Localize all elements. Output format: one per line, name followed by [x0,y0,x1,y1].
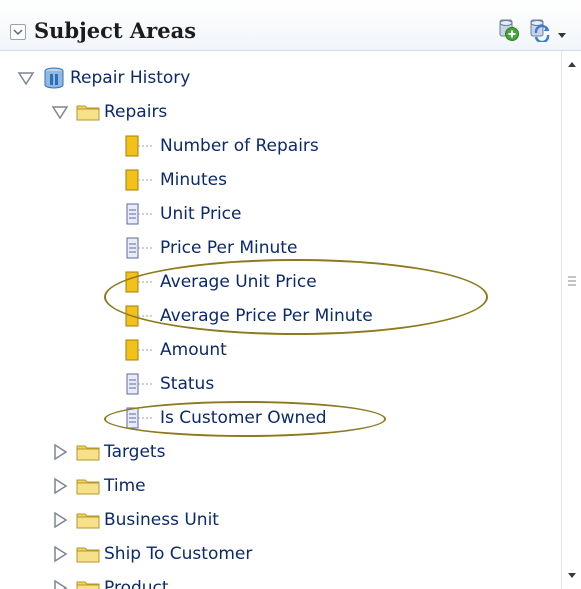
collapsed-triangle-icon[interactable] [50,510,70,530]
tree-column-unit-price[interactable]: Unit Price [124,199,241,229]
measure-column-icon [124,338,158,362]
refresh-icon[interactable] [527,18,551,46]
tree-column-minutes[interactable]: Minutes [124,165,227,195]
scroll-down-arrow-icon[interactable] [566,571,578,581]
dropdown-arrow-icon[interactable] [556,26,568,45]
tree-node-label: Average Price Per Minute [160,306,373,326]
tree-node-label: Is Customer Owned [160,408,327,428]
collapsed-triangle-icon[interactable] [50,476,70,496]
folder-icon [76,509,100,531]
tree-node-repair-history[interactable]: Repair History [16,63,190,93]
collapsed-triangle-icon[interactable] [50,544,70,564]
tree-node-targets[interactable]: Targets [50,437,165,467]
attribute-column-icon [124,202,158,226]
subject-areas-header: Subject Areas [0,0,581,51]
measure-column-icon [124,270,158,294]
measure-column-icon [124,168,158,192]
scroll-up-arrow-icon[interactable] [566,59,578,69]
tree-node-label: Minutes [160,170,227,190]
tree-node-label: Unit Price [160,204,242,224]
tree-node-time[interactable]: Time [50,471,146,501]
measure-column-icon [124,134,158,158]
tree-node-product[interactable]: Product [50,573,169,589]
tree-node-label: Ship To Customer [104,544,253,564]
tree-column-number-of-repairs[interactable]: Number of Repairs [124,131,319,161]
tree-node-label: Amount [160,340,227,360]
tree-node-label: Number of Repairs [160,136,319,156]
collapsed-triangle-icon[interactable] [50,578,70,589]
folder-icon [76,441,100,463]
attribute-column-icon [124,372,158,396]
tree-node-label: Business Unit [104,510,219,530]
tree-node-label: Time [104,476,146,496]
attribute-column-icon [124,236,158,260]
tree-node-label: Repair History [70,68,191,88]
expanded-triangle-icon[interactable] [50,102,70,122]
add-subject-area-icon[interactable] [496,18,520,46]
tree-node-label: Status [160,374,215,394]
tree-node-repairs[interactable]: Repairs [50,97,167,127]
tree-node-ship-to-customer[interactable]: Ship To Customer [50,539,252,569]
scroll-thumb-grip-icon[interactable] [568,275,576,287]
tree-column-is-customer-owned[interactable]: Is Customer Owned [124,403,327,433]
measure-column-icon [124,304,158,328]
tree-node-label: Targets [104,442,166,462]
folder-icon [76,101,100,123]
tree-node-label: Repairs [104,102,168,122]
tree-column-status[interactable]: Status [124,369,214,399]
panel-title: Subject Areas [34,18,197,43]
tree-node-label: Average Unit Price [160,272,317,292]
subject-area-tree: Repair History Repairs Number of Repairs… [0,51,561,589]
subject-area-icon [42,67,66,89]
collapse-icon[interactable] [10,24,26,40]
tree-column-average-price-per-minute[interactable]: Average Price Per Minute [124,301,373,331]
tree-column-amount[interactable]: Amount [124,335,227,365]
tree-node-label: Product [104,578,169,589]
folder-icon [76,543,100,565]
tree-column-average-unit-price[interactable]: Average Unit Price [124,267,317,297]
tree-node-label: Price Per Minute [160,238,298,258]
attribute-column-icon [124,406,158,430]
collapsed-triangle-icon[interactable] [50,442,70,462]
tree-column-price-per-minute[interactable]: Price Per Minute [124,233,297,263]
tree-node-business-unit[interactable]: Business Unit [50,505,219,535]
expanded-triangle-icon[interactable] [16,68,36,88]
folder-icon [76,475,100,497]
vertical-scrollbar[interactable] [561,51,581,589]
folder-icon [76,577,100,589]
